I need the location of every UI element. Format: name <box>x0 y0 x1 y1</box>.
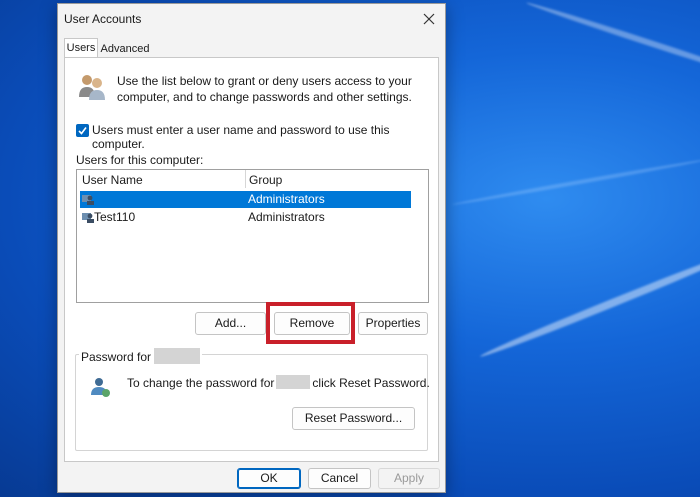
user-key-icon <box>91 378 110 397</box>
intro-line-1: Use the list below to grant or deny user… <box>117 74 412 88</box>
user-accounts-dialog: User Accounts Users Advanced Use the lis… <box>57 3 446 493</box>
password-group-box <box>75 354 428 451</box>
apply-button[interactable]: Apply <box>378 468 440 489</box>
column-header-group[interactable]: Group <box>249 173 282 187</box>
ok-button[interactable]: OK <box>237 468 301 489</box>
properties-button[interactable]: Properties <box>358 312 428 335</box>
column-divider[interactable] <box>245 170 246 188</box>
require-login-label[interactable]: Users must enter a user name and passwor… <box>92 123 438 151</box>
reset-password-button[interactable]: Reset Password... <box>292 407 415 430</box>
close-button[interactable] <box>418 8 440 30</box>
users-list[interactable]: User Name Group Administrators Test110 A… <box>76 169 429 303</box>
password-text-before: To change the password for <box>127 376 275 390</box>
user-icon <box>82 213 94 223</box>
remove-highlight-box <box>266 302 355 344</box>
cancel-button[interactable]: Cancel <box>308 468 371 489</box>
intro-text: Use the list below to grant or deny user… <box>117 73 417 105</box>
close-icon <box>423 13 435 25</box>
users-list-label: Users for this computer: <box>76 153 204 167</box>
user-icon <box>82 195 94 205</box>
require-login-checkbox[interactable] <box>76 124 89 137</box>
tab-advanced[interactable]: Advanced <box>100 40 150 58</box>
tab-users[interactable]: Users <box>64 38 98 58</box>
intro-line-2: computer, and to change passwords and ot… <box>117 90 412 104</box>
password-group-label: Password for <box>79 348 203 364</box>
wallpaper-streak <box>451 157 700 207</box>
change-password-instructions: To change the password for click Reset Pa… <box>127 375 430 390</box>
redacted-username <box>276 375 311 389</box>
user-name-cell: Test110 <box>94 210 136 224</box>
list-scrollbar[interactable] <box>413 170 428 302</box>
password-text-after: click Reset Password. <box>312 376 430 390</box>
checkmark-icon <box>78 127 87 135</box>
wallpaper-streak <box>525 0 700 87</box>
title-bar[interactable]: User Accounts <box>58 4 445 34</box>
group-cell: Administrators <box>248 192 325 206</box>
group-cell: Administrators <box>248 210 325 224</box>
column-header-user-name[interactable]: User Name <box>82 173 143 187</box>
redacted-username <box>154 348 201 364</box>
table-row[interactable]: Test110 Administrators <box>80 209 411 226</box>
add-user-button[interactable]: Add... <box>195 312 266 335</box>
password-for-label: Password for <box>81 350 152 364</box>
users-icon <box>79 75 105 100</box>
wallpaper-streak <box>478 247 700 361</box>
window-title: User Accounts <box>64 12 142 26</box>
table-row[interactable]: Administrators <box>80 191 411 208</box>
